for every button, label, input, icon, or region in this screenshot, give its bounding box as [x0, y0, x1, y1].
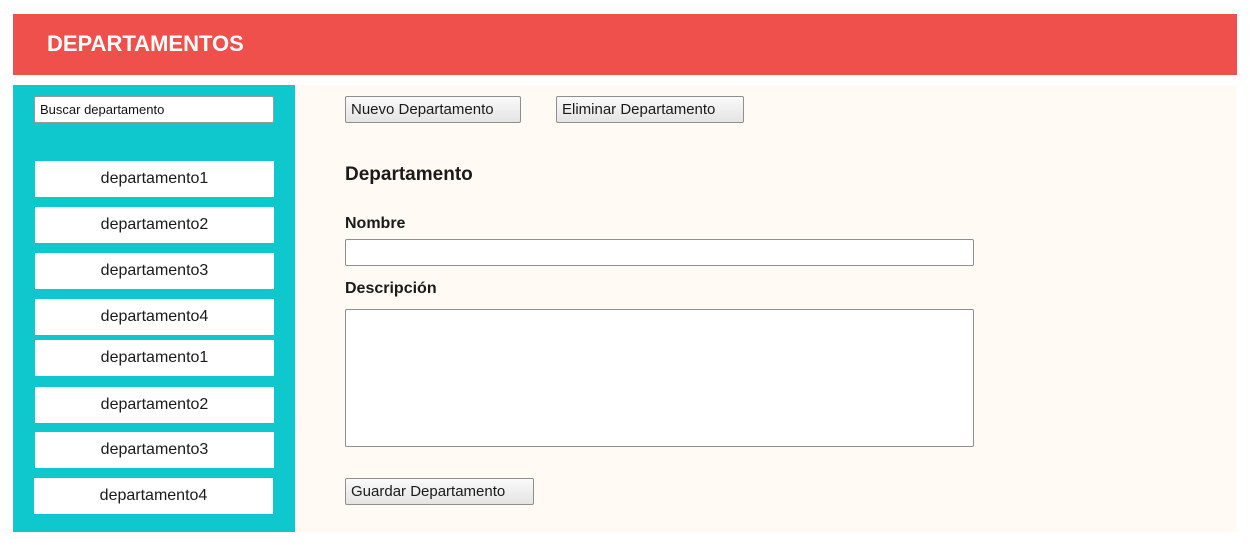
name-field[interactable]	[345, 239, 974, 266]
sidebar-item-departamento3-2[interactable]: departamento3	[35, 432, 274, 468]
sidebar-item-departamento4[interactable]: departamento4	[35, 299, 274, 335]
page-title: DEPARTAMENTOS	[47, 31, 244, 56]
description-field[interactable]	[345, 309, 974, 447]
sidebar-item-departamento2[interactable]: departamento2	[35, 207, 274, 243]
search-input[interactable]	[34, 96, 274, 123]
form-section-title: Departamento	[345, 164, 473, 185]
delete-department-button[interactable]: Eliminar Departamento	[556, 96, 744, 123]
header-bar: DEPARTAMENTOS	[13, 14, 1237, 75]
sidebar: departamento1 departamento2 departamento…	[13, 85, 295, 532]
description-label: Descripción	[345, 280, 437, 297]
new-department-button[interactable]: Nuevo Departamento	[345, 96, 521, 123]
name-label: Nombre	[345, 215, 406, 232]
sidebar-item-departamento1[interactable]: departamento1	[35, 161, 274, 197]
save-department-button[interactable]: Guardar Departamento	[345, 478, 534, 505]
sidebar-item-departamento2-2[interactable]: departamento2	[35, 387, 274, 423]
sidebar-item-departamento4-2[interactable]: departamento4	[34, 478, 273, 514]
sidebar-item-departamento1-2[interactable]: departamento1	[35, 340, 274, 376]
main-panel: Nuevo Departamento Eliminar Departamento…	[295, 85, 1237, 532]
sidebar-item-departamento3[interactable]: departamento3	[35, 253, 274, 289]
